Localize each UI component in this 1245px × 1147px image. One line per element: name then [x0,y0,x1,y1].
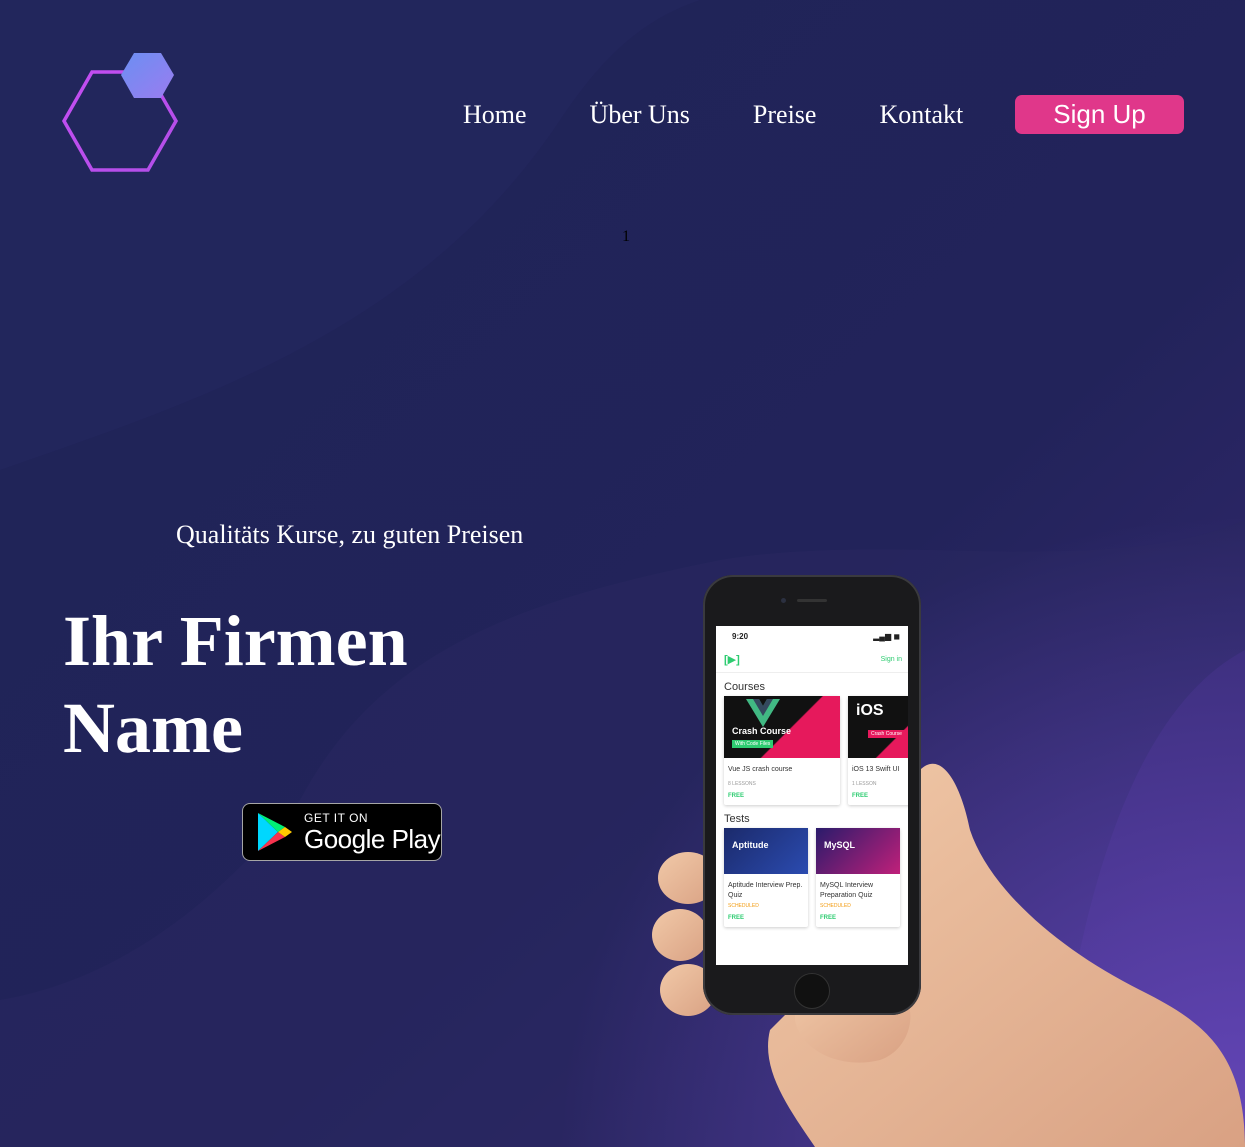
test-name: Aptitude Interview Prep. Quiz [728,882,803,899]
nav-home-link[interactable]: Home [463,98,527,132]
nav-pricing-link[interactable]: Preise [753,98,817,132]
course-thumbnail: iOS Crash Course [848,696,908,758]
course-price: FREE [852,793,869,799]
course-price: FREE [728,793,745,799]
course-thumb-sub: Crash Course [868,730,905,738]
test-thumb-title: Aptitude [732,840,769,850]
phone-screen: 9:20 ▂▄▆ ◼ [▶] Sign in Courses Crash Cou… [716,626,908,965]
tests-list: Aptitude Aptitude Interview Prep. Quiz S… [716,828,908,927]
app-bar: [▶] Sign in [716,646,908,673]
phone-home-button [794,973,830,1009]
course-card[interactable]: iOS Crash Course iOS 13 Swift UI 1 LESSO… [848,696,908,805]
test-card[interactable]: Aptitude Aptitude Interview Prep. Quiz S… [724,828,808,927]
test-thumbnail: MySQL [816,828,900,874]
badge-small-text: GET IT ON [304,810,369,825]
test-thumbnail: Aptitude [724,828,808,874]
courses-list: Crash Course With Code Files Vue JS cras… [716,696,908,805]
google-play-badge[interactable]: GET IT ON Google Play [242,803,442,861]
tests-section-title: Tests [724,813,750,825]
status-bar: 9:20 ▂▄▆ ◼ [716,626,908,646]
hero-tagline: Qualitäts Kurse, zu guten Preisen [176,520,524,549]
course-name: iOS 13 Swift UI [852,766,900,773]
courses-section-title: Courses [724,681,765,693]
phone-mockup: 9:20 ▂▄▆ ◼ [▶] Sign in Courses Crash Cou… [703,575,921,1015]
test-thumb-title: MySQL [824,840,856,850]
course-thumbnail: Crash Course With Code Files [724,696,840,758]
course-thumb-title: iOS [856,702,884,719]
google-play-triangle-icon [258,813,292,851]
main-nav: Home Über Uns Preise Kontakt [463,98,963,132]
nav-about-link[interactable]: Über Uns [590,98,690,132]
counter-text: 1 [622,228,630,245]
vue-logo-icon [746,699,780,727]
test-name: MySQL Interview Preparation Quiz [820,882,874,899]
course-meta: 8 LESSONS [728,781,756,787]
app-logo-icon: [▶] [724,653,740,666]
course-card[interactable]: Crash Course With Code Files Vue JS cras… [724,696,840,805]
test-status: SCHEDULED [728,903,759,909]
camera-icon [781,598,786,603]
course-thumb-title: Crash Course [732,726,792,736]
badge-big-text: Google Play [304,823,441,854]
test-status: SCHEDULED [820,903,851,909]
test-price: FREE [728,915,745,921]
hero-title: Ihr Firmen Name [63,601,408,768]
speaker-grille [797,599,827,602]
hexagon-logo-icon[interactable] [60,50,182,176]
test-card[interactable]: MySQL MySQL Interview Preparation Quiz S… [816,828,900,927]
sign-up-button[interactable]: Sign Up [1015,95,1184,134]
test-price: FREE [820,915,837,921]
sign-in-link[interactable]: Sign in [881,656,902,663]
course-meta: 1 LESSON [852,781,877,787]
course-name: Vue JS crash course [728,766,793,773]
nav-contact-link[interactable]: Kontakt [879,98,963,132]
status-time: 9:20 [732,631,749,641]
course-thumb-sub: With Code Files [732,740,774,748]
battery-icon: ▂▄▆ ◼ [873,631,900,641]
